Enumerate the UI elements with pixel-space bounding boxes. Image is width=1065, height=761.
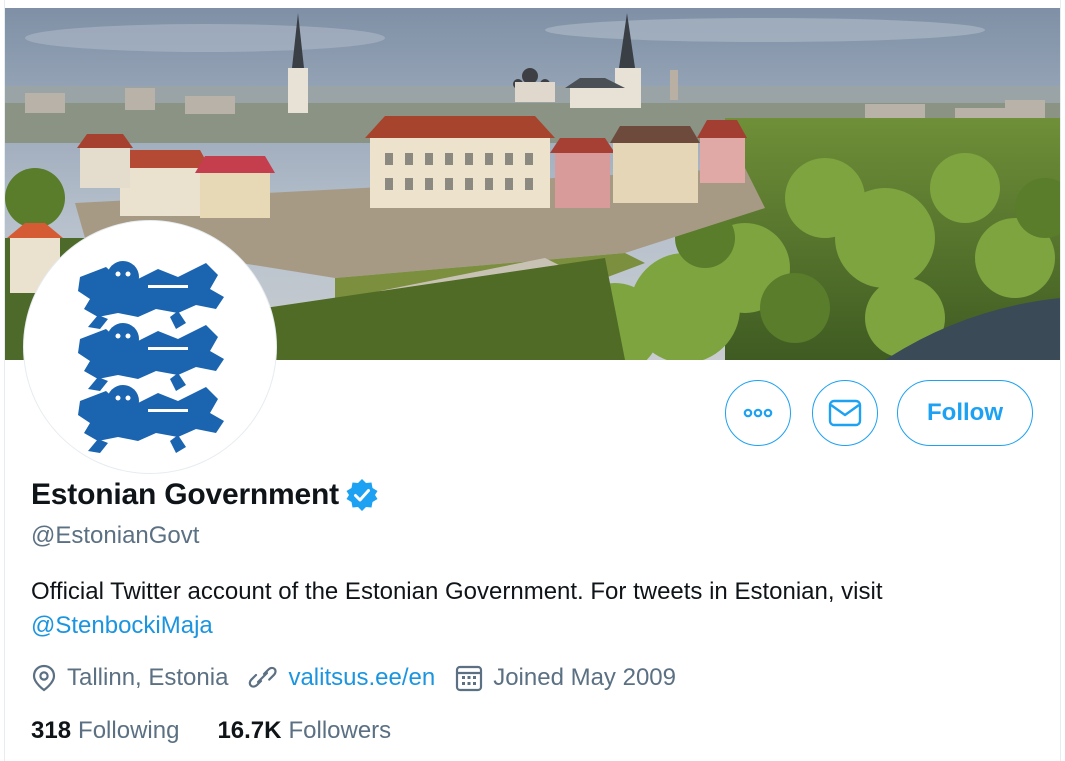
profile-handle: @EstonianGovt: [31, 522, 200, 549]
follow-button[interactable]: Follow: [897, 380, 1033, 446]
location-pin-icon: [32, 664, 56, 692]
more-options-button[interactable]: [725, 380, 791, 446]
website-link[interactable]: valitsus.ee/en: [288, 664, 435, 692]
location-item: Tallinn, Estonia: [31, 664, 228, 692]
profile-meta: Tallinn, Estonia valitsus.ee/en Joined M…: [31, 660, 696, 696]
display-name: Estonian Government: [31, 478, 339, 511]
joined-text: Joined May 2009: [493, 664, 676, 691]
bio-text: Official Twitter account of the Estonian…: [31, 578, 883, 605]
three-lions-coat-of-arms-icon: [78, 261, 224, 453]
following-label: Following: [78, 717, 180, 744]
bio-mention-link[interactable]: @StenbockiMaja: [31, 609, 1031, 643]
profile-name-row: Estonian Government: [31, 478, 379, 512]
link-icon: [249, 666, 278, 688]
website-item: valitsus.ee/en: [248, 664, 435, 692]
envelope-icon: [828, 399, 862, 427]
calendar-icon: [456, 665, 483, 692]
frame-border-right: [1060, 0, 1061, 761]
location-text: Tallinn, Estonia: [67, 664, 229, 691]
following-count: 318: [31, 717, 72, 744]
followers-label: Followers: [288, 717, 392, 744]
verified-badge-icon: [345, 478, 379, 512]
followers-link[interactable]: 16.7K Followers: [217, 717, 391, 745]
profile-avatar[interactable]: [24, 221, 276, 473]
profile-stats: 318 Following 16.7K Followers: [31, 714, 429, 748]
following-link[interactable]: 318 Following: [31, 717, 179, 745]
more-horizontal-icon: [743, 408, 773, 418]
profile-bio: Official Twitter account of the Estonian…: [31, 575, 1031, 643]
followers-count: 16.7K: [217, 717, 282, 744]
joined-item: Joined May 2009: [455, 664, 676, 692]
message-button[interactable]: [812, 380, 878, 446]
